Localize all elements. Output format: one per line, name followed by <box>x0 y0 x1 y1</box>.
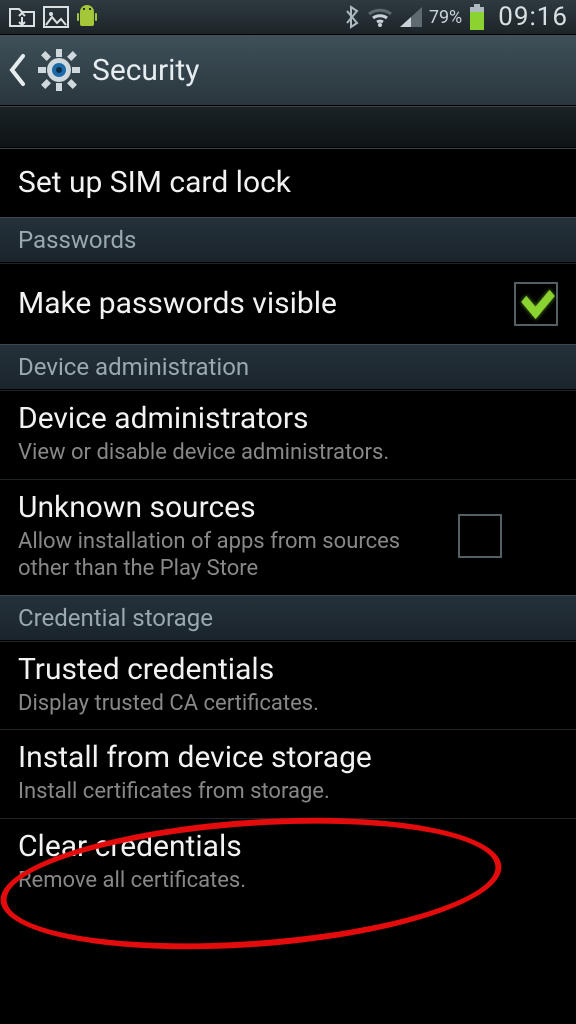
item-trusted-credentials[interactable]: Trusted credentials Display trusted CA c… <box>0 641 576 730</box>
section-passwords: Passwords <box>0 217 576 263</box>
page-title: Security <box>92 53 199 88</box>
item-clear-credentials[interactable]: Clear credentials Remove all certificate… <box>0 818 576 907</box>
item-unknown-sources[interactable]: Unknown sources Allow installation of ap… <box>0 479 576 595</box>
item-subtitle: Install certificates from storage. <box>18 778 558 806</box>
action-bar[interactable]: Security <box>0 35 576 106</box>
bluetooth-icon <box>344 5 360 29</box>
status-time: 09:16 <box>498 2 568 32</box>
signal-icon <box>400 7 422 27</box>
status-bar: 79% 09:16 <box>0 0 576 35</box>
item-make-passwords-visible[interactable]: Make passwords visible <box>0 263 576 344</box>
item-title: Trusted credentials <box>18 652 558 688</box>
item-device-administrators[interactable]: Device administrators View or disable de… <box>0 390 576 479</box>
section-credential-storage: Credential storage <box>0 595 576 641</box>
android-icon <box>76 4 98 30</box>
section-device-administration: Device administration <box>0 344 576 390</box>
spacer <box>0 106 576 148</box>
item-title: Unknown sources <box>18 490 448 526</box>
wifi-icon <box>367 7 393 27</box>
item-title: Set up SIM card lock <box>18 165 558 201</box>
checkbox-passwords-visible[interactable] <box>514 282 558 326</box>
back-icon[interactable] <box>8 53 26 87</box>
battery-percent: 79% <box>429 7 462 28</box>
gear-icon <box>36 47 82 93</box>
item-title: Install from device storage <box>18 740 558 776</box>
item-sim-lock[interactable]: Set up SIM card lock <box>0 148 576 217</box>
item-title: Device administrators <box>18 401 558 437</box>
checkbox-unknown-sources[interactable] <box>458 514 502 558</box>
item-title: Make passwords visible <box>18 286 504 322</box>
item-install-from-device-storage[interactable]: Install from device storage Install cert… <box>0 729 576 818</box>
item-subtitle: View or disable device administrators. <box>18 439 558 467</box>
item-title: Clear credentials <box>18 829 558 865</box>
item-subtitle: Remove all certificates. <box>18 867 558 895</box>
item-subtitle: Allow installation of apps from sources … <box>18 528 448 583</box>
battery-icon <box>469 4 485 30</box>
item-subtitle: Display trusted CA certificates. <box>18 690 558 718</box>
image-icon <box>42 5 70 29</box>
sync-folder-icon <box>8 5 36 29</box>
